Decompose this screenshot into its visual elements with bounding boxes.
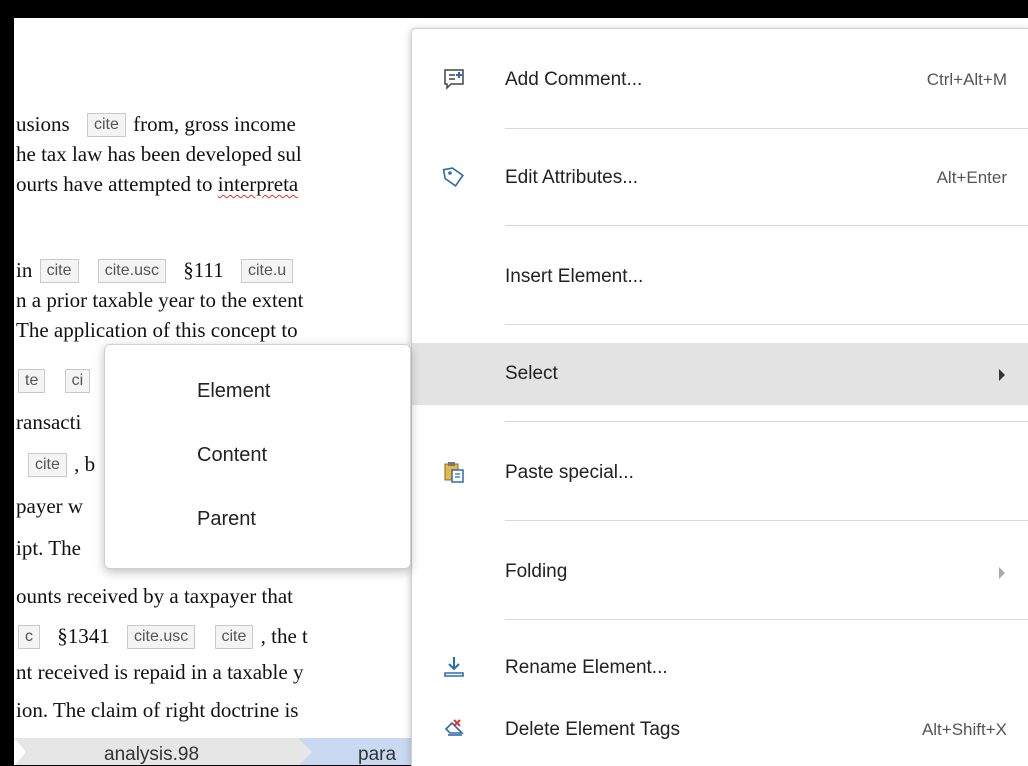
select-submenu: Element Content Parent — [104, 344, 411, 569]
text-run: , the t — [260, 624, 308, 648]
text-run: in — [16, 258, 33, 282]
menu-separator — [505, 128, 1028, 129]
menu-item-shortcut: Alt+Enter — [936, 168, 1007, 187]
breadcrumb: analysis.98 para — [14, 738, 414, 765]
doc-line: n a prior taxable year to the extent — [16, 288, 304, 312]
cite-usc-end-tag[interactable]: cite.usc — [127, 625, 196, 649]
menu-item-edit-attributes[interactable]: Edit Attributes... Alt+Enter — [412, 147, 1028, 209]
menu-separator — [505, 225, 1028, 226]
menu-item-select[interactable]: Select — [412, 343, 1028, 405]
submenu-item-content[interactable]: Content — [105, 423, 410, 487]
menu-separator — [505, 324, 1028, 325]
cite-end-tag[interactable]: cite — [28, 453, 67, 477]
cite-usc-end-tag[interactable]: cite.u — [240, 259, 294, 283]
menu-separator — [505, 421, 1028, 422]
doc-line: ounts received by a taxpayer that — [16, 584, 293, 608]
top-bar — [0, 0, 1028, 18]
menu-item-label: Rename Element... — [505, 657, 668, 678]
doc-line: nt received is repaid in a taxable y — [16, 660, 304, 684]
menu-separator — [505, 619, 1028, 620]
cite-end-tag[interactable]: cite — [86, 113, 126, 137]
menu-item-label: Edit Attributes... — [505, 167, 639, 188]
doc-line: he tax law has been developed sul — [16, 142, 302, 166]
menu-item-rename-element[interactable]: Rename Element... — [412, 637, 1028, 699]
submenu-item-label: Parent — [197, 508, 256, 530]
submenu-arrow-icon — [999, 369, 1005, 381]
text-run: §1341 — [57, 624, 110, 648]
doc-line: c §1341 cite.usc cite , the t — [16, 624, 308, 649]
breadcrumb-item-analysis[interactable]: analysis.98 — [104, 738, 199, 765]
submenu-arrow-icon — [999, 567, 1005, 579]
submenu-item-element[interactable]: Element — [105, 359, 410, 423]
doc-line: payer w — [16, 494, 84, 518]
text-run: usions — [16, 112, 70, 136]
cite-usc-start-tag[interactable]: cite.usc — [97, 259, 166, 283]
breadcrumb-item-label: para — [358, 744, 397, 765]
cite-start-tag[interactable]: te — [18, 369, 46, 393]
doc-line: ipt. The — [16, 536, 81, 560]
doc-line: cite , b — [16, 452, 96, 477]
menu-item-insert-element[interactable]: Insert Element... — [412, 246, 1028, 308]
add-comment-icon — [444, 69, 464, 90]
menu-item-shortcut: Ctrl+Alt+M — [926, 70, 1007, 89]
menu-item-paste-special[interactable]: Paste special... — [412, 442, 1028, 504]
misspelled-word[interactable]: interpreta — [218, 172, 298, 196]
doc-line: ion. The claim of right doctrine is — [16, 698, 299, 722]
submenu-item-label: Content — [197, 444, 268, 466]
breadcrumb-item-para[interactable]: para — [298, 738, 414, 765]
doc-line: The application of this concept to — [16, 318, 298, 342]
doc-line: ransacti — [16, 410, 82, 434]
tag-icon — [442, 167, 464, 187]
context-menu: Add Comment... Ctrl+Alt+M Edit Attribute… — [411, 28, 1028, 766]
menu-item-shortcut: Alt+Shift+X — [921, 720, 1007, 739]
menu-separator — [505, 520, 1028, 521]
submenu-item-label: Element — [197, 380, 271, 402]
menu-item-label: Folding — [505, 561, 568, 582]
paste-special-icon — [444, 462, 464, 483]
cite-start-tag[interactable]: cite — [39, 259, 79, 283]
menu-item-label: Select — [505, 363, 558, 384]
menu-item-folding[interactable]: Folding — [412, 541, 1028, 603]
submenu-item-parent[interactable]: Parent — [105, 487, 410, 551]
menu-item-delete-element-tags[interactable]: Delete Element Tags Alt+Shift+X — [412, 699, 1028, 761]
left-gutter — [0, 0, 14, 765]
doc-line: ourts have attempted to interpreta — [16, 172, 298, 196]
breadcrumb-separator — [14, 738, 26, 765]
doc-line: in cite cite.usc §111 cite.u — [16, 258, 295, 283]
doc-line: te ci — [16, 368, 92, 393]
cite-end-tag[interactable]: cite — [214, 625, 254, 649]
text-run: ourts have attempted to — [16, 172, 218, 196]
rename-element-icon — [444, 657, 464, 677]
menu-item-label: Paste special... — [505, 462, 634, 483]
cite-start-tag[interactable]: c — [18, 625, 40, 649]
text-run: , b — [74, 452, 96, 476]
menu-item-label: Delete Element Tags — [505, 719, 680, 740]
delete-tags-icon — [444, 719, 464, 736]
menu-item-label: Add Comment... — [505, 69, 643, 90]
doc-line: usions cite from, gross income — [16, 112, 296, 137]
text-run: from, gross income — [133, 112, 296, 136]
menu-item-add-comment[interactable]: Add Comment... Ctrl+Alt+M — [412, 49, 1028, 111]
cite-tag[interactable]: ci — [64, 369, 91, 393]
menu-item-label: Insert Element... — [505, 266, 644, 287]
text-run: §111 — [183, 258, 224, 282]
breadcrumb-separator — [298, 738, 312, 765]
